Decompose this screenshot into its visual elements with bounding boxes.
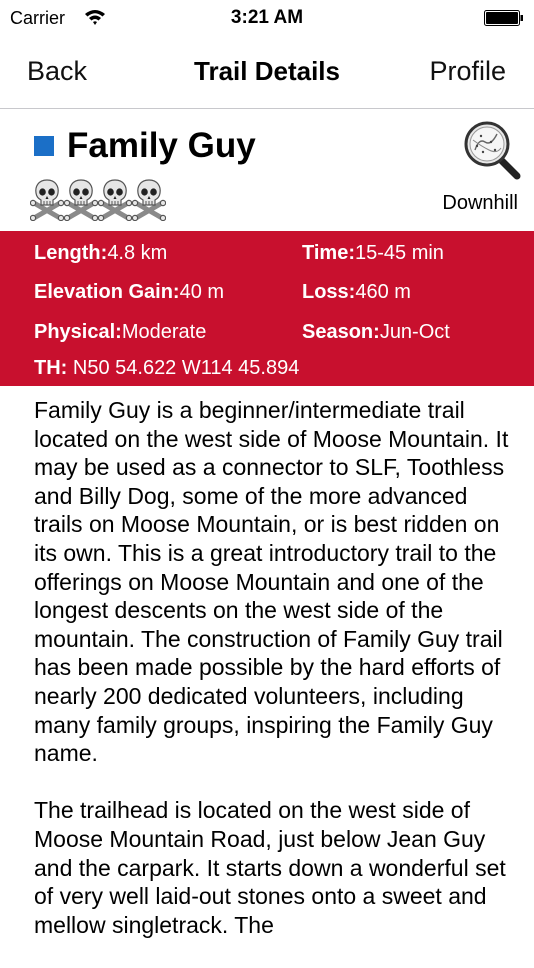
- stat-label: Loss:: [302, 281, 356, 303]
- stat-label: TH:: [34, 357, 68, 379]
- stat-label: Season:: [302, 321, 380, 343]
- stat-label: Elevation Gain:: [34, 281, 180, 303]
- trail-description: Family Guy is a beginner/intermediate tr…: [34, 396, 514, 968]
- battery-icon: [484, 10, 523, 26]
- stat-season: Season:Jun-Oct: [302, 321, 450, 344]
- stat-elevation-gain: Elevation Gain:40 m: [34, 281, 224, 304]
- profile-button[interactable]: Profile: [429, 56, 506, 87]
- trail-name: Family Guy: [67, 126, 256, 165]
- navigation-bar: Back Trail Details Profile: [0, 36, 534, 109]
- skull-and-crossbones-icon: [64, 179, 98, 221]
- skull-and-crossbones-icon: [132, 179, 166, 221]
- magnifier-map-icon[interactable]: [463, 120, 523, 180]
- stat-value: 40 m: [179, 281, 225, 303]
- stat-loss: Loss:460 m: [302, 281, 411, 304]
- description-paragraph: The trailhead is located on the west sid…: [34, 797, 506, 938]
- difficulty-rating: [30, 177, 166, 221]
- trail-header: Family Guy Downhill: [0, 109, 534, 231]
- stat-value: Moderate: [121, 321, 207, 343]
- description-paragraph: Family Guy is a beginner/intermediate tr…: [34, 397, 509, 767]
- skull-and-crossbones-icon: [30, 179, 64, 221]
- stat-label: Time:: [302, 242, 355, 264]
- trail-type-label: Downhill: [442, 192, 518, 214]
- stat-value: 15-45 min: [354, 242, 444, 264]
- stat-value: N50 54.622 W114 45.894: [72, 357, 300, 379]
- skull-and-crossbones-icon: [98, 179, 132, 221]
- stat-value: 4.8 km: [107, 242, 168, 264]
- stat-trailhead: TH: N50 54.622 W114 45.894: [34, 357, 299, 380]
- stat-label: Length:: [34, 242, 108, 264]
- stat-length: Length:4.8 km: [34, 242, 167, 265]
- status-time: 3:21 AM: [230, 7, 304, 28]
- stat-physical: Physical:Moderate: [34, 321, 206, 344]
- stat-value: Jun-Oct: [379, 321, 450, 343]
- status-bar: Carrier 3:21 AM: [0, 0, 534, 36]
- stat-time: Time:15-45 min: [302, 242, 444, 265]
- stat-label: Physical:: [34, 321, 122, 343]
- trail-color-indicator: [34, 136, 54, 156]
- trail-stats-panel: Length:4.8 km Time:15-45 min Elevation G…: [0, 231, 534, 386]
- stat-value: 460 m: [355, 281, 411, 303]
